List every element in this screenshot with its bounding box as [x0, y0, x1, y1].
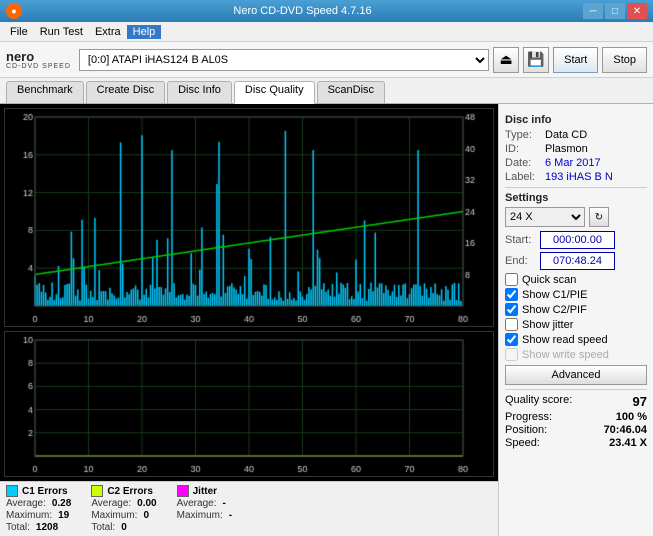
maximize-button[interactable]: □ — [605, 3, 625, 19]
show-read-speed-checkbox[interactable] — [505, 333, 518, 346]
stop-button[interactable]: Stop — [602, 47, 647, 73]
eject-button[interactable]: ⏏ — [493, 47, 519, 73]
speed-label: Speed: — [505, 437, 540, 449]
nero-logo: nero CD-DVD SPEED — [6, 50, 71, 70]
id-value: Plasmon — [545, 143, 588, 155]
position-label: Position: — [505, 424, 547, 436]
progress-label: Progress: — [505, 411, 552, 423]
app-icon: ● — [6, 3, 22, 19]
settings-title: Settings — [505, 192, 647, 204]
toolbar: nero CD-DVD SPEED [0:0] ATAPI iHAS124 B … — [0, 42, 653, 78]
tabs-bar: Benchmark Create Disc Disc Info Disc Qua… — [0, 78, 653, 104]
date-key: Date: — [505, 157, 545, 169]
quick-scan-label: Quick scan — [522, 274, 576, 286]
show-read-speed-label: Show read speed — [522, 334, 608, 346]
show-c2pif-checkbox[interactable] — [505, 303, 518, 316]
legend-bar: C1 Errors Average:0.28 Maximum:19 Total:… — [0, 481, 498, 536]
advanced-button[interactable]: Advanced — [505, 365, 647, 385]
title-bar-controls: ─ □ ✕ — [583, 3, 647, 19]
menu-run-test[interactable]: Run Test — [34, 25, 89, 39]
type-value: Data CD — [545, 129, 587, 141]
divider-1 — [505, 187, 647, 188]
menu-file[interactable]: File — [4, 25, 34, 39]
bottom-chart-canvas — [5, 332, 493, 476]
tab-disc-quality[interactable]: Disc Quality — [234, 81, 315, 104]
main-content: C1 Errors Average:0.28 Maximum:19 Total:… — [0, 104, 653, 536]
start-button[interactable]: Start — [553, 47, 598, 73]
menu-help[interactable]: Help — [127, 25, 162, 39]
c2-legend: C2 Errors Average:0.00 Maximum:0 Total:0 — [91, 485, 156, 533]
window-title: Nero CD-DVD Speed 4.7.16 — [22, 5, 583, 17]
end-label: End: — [505, 255, 540, 267]
show-write-speed-checkbox[interactable] — [505, 348, 518, 361]
minimize-button[interactable]: ─ — [583, 3, 603, 19]
jitter-label: Jitter — [193, 486, 217, 497]
tab-benchmark[interactable]: Benchmark — [6, 81, 84, 103]
quality-score-value: 97 — [633, 394, 647, 409]
drive-select[interactable]: [0:0] ATAPI iHAS124 B AL0S — [79, 49, 489, 71]
top-chart — [4, 108, 494, 327]
show-write-speed-label: Show write speed — [522, 349, 609, 361]
progress-value: 100 % — [616, 411, 647, 423]
chart-area: C1 Errors Average:0.28 Maximum:19 Total:… — [0, 104, 498, 536]
menu-extra[interactable]: Extra — [89, 25, 127, 39]
menu-bar: File Run Test Extra Help — [0, 22, 653, 42]
show-c1pie-label: Show C1/PIE — [522, 289, 587, 301]
jitter-legend: Jitter Average:- Maximum:- — [177, 485, 232, 533]
label-key: Label: — [505, 171, 545, 183]
speed-value: 23.41 X — [609, 437, 647, 449]
quality-score-label: Quality score: — [505, 394, 572, 409]
settings-section: Settings 24 X Maximum4 X8 X12 X16 X24 X3… — [505, 192, 647, 385]
side-panel: Disc info Type: Data CD ID: Plasmon Date… — [498, 104, 653, 536]
title-bar: ● Nero CD-DVD Speed 4.7.16 ─ □ ✕ — [0, 0, 653, 22]
refresh-button[interactable]: ↻ — [589, 207, 609, 227]
nero-logo-bottom: CD-DVD SPEED — [6, 63, 71, 70]
top-chart-canvas — [5, 109, 493, 326]
speed-select[interactable]: 24 X Maximum4 X8 X12 X16 X24 X32 X40 X48… — [505, 207, 585, 227]
c1-legend: C1 Errors Average:0.28 Maximum:19 Total:… — [6, 485, 71, 533]
disc-info-section: Disc info Type: Data CD ID: Plasmon Date… — [505, 114, 647, 183]
tab-disc-info[interactable]: Disc Info — [167, 81, 232, 103]
c1-label: C1 Errors — [22, 486, 68, 497]
jitter-color-box — [177, 485, 189, 497]
start-time-input[interactable] — [540, 231, 615, 249]
close-button[interactable]: ✕ — [627, 3, 647, 19]
show-jitter-label: Show jitter — [522, 319, 573, 331]
end-time-input[interactable] — [540, 252, 615, 270]
c2-color-box — [91, 485, 103, 497]
disc-info-title: Disc info — [505, 114, 647, 126]
id-key: ID: — [505, 143, 545, 155]
show-c2pif-label: Show C2/PIF — [522, 304, 587, 316]
save-button[interactable]: 💾 — [523, 47, 549, 73]
quick-scan-checkbox[interactable] — [505, 273, 518, 286]
nero-logo-top: nero — [6, 50, 71, 63]
c1-color-box — [6, 485, 18, 497]
date-value: 6 Mar 2017 — [545, 157, 601, 169]
tab-scan-disc[interactable]: ScanDisc — [317, 81, 385, 103]
c2-label: C2 Errors — [107, 486, 153, 497]
bottom-chart — [4, 331, 494, 477]
divider-2 — [505, 389, 647, 390]
type-key: Type: — [505, 129, 545, 141]
tab-create-disc[interactable]: Create Disc — [86, 81, 165, 103]
start-label: Start: — [505, 234, 540, 246]
quality-section: Quality score: 97 Progress: 100 % Positi… — [505, 394, 647, 449]
position-value: 70:46.04 — [604, 424, 647, 436]
show-jitter-checkbox[interactable] — [505, 318, 518, 331]
label-value: 193 iHAS B N — [545, 171, 613, 183]
show-c1pie-checkbox[interactable] — [505, 288, 518, 301]
